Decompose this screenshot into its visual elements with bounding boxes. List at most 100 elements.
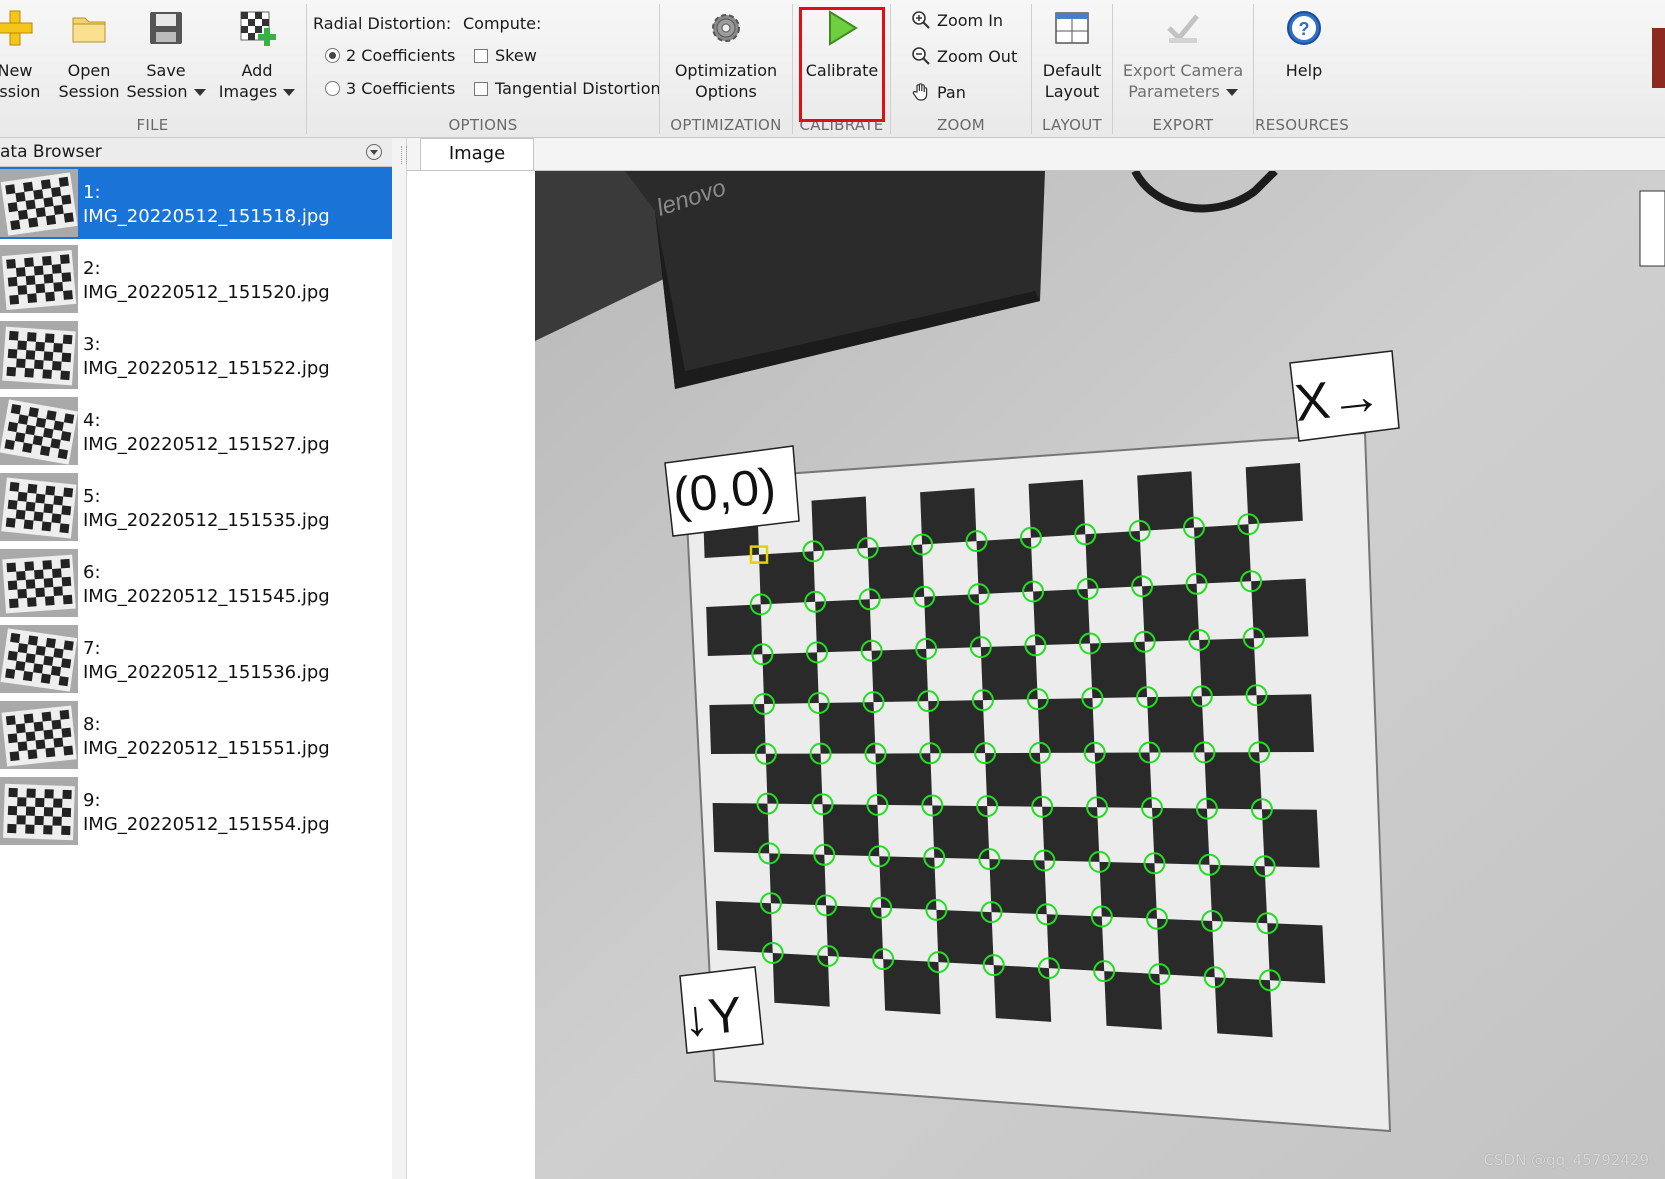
list-item-index: 6: [83, 562, 101, 583]
list-item-filename: IMG_20220512_151551.jpg [83, 738, 330, 759]
pan-hand-icon [912, 83, 928, 101]
list-item-label: 1: IMG_20220512_151518.jpg [83, 181, 330, 229]
checker-square [936, 909, 994, 966]
export-dropdown-icon[interactable] [1225, 89, 1238, 96]
radial-2-label: 2 Coefficients [346, 46, 456, 65]
calibration-photo-svg: lenovo (0,0) X→ ↓Y [535, 171, 1665, 1179]
data-browser-header: ata Browser [0, 138, 392, 167]
list-item[interactable]: 6: IMG_20220512_151545.jpg [0, 547, 392, 619]
radial-2-coefficients-radio[interactable]: 2 Coefficients [325, 46, 455, 65]
save-dropdown-icon[interactable] [193, 89, 206, 96]
list-item[interactable]: 7: IMG_20220512_151536.jpg [0, 623, 392, 695]
list-item[interactable]: 2: IMG_20220512_151520.jpg [0, 243, 392, 315]
checker-square [883, 959, 941, 1015]
checker-square [1157, 918, 1215, 978]
edge-card [1639, 190, 1665, 267]
new-session-label: New [0, 61, 33, 80]
add-images-label-2: Images [218, 82, 278, 101]
list-item-label: 4: IMG_20220512_151527.jpg [83, 409, 330, 457]
section-export: EXPORT [1152, 116, 1214, 134]
section-optimization: OPTIMIZATION [670, 116, 782, 134]
compute-label: Compute: [463, 14, 542, 33]
data-browser-panel: ata Browser 1: IMG_20220512_151518.jpg 2: I… [0, 138, 393, 1179]
list-item[interactable]: 5: IMG_20220512_151535.jpg [0, 471, 392, 543]
list-item[interactable]: 4: IMG_20220512_151527.jpg [0, 395, 392, 467]
splitter[interactable] [392, 138, 407, 1179]
list-item[interactable]: 3: IMG_20220512_151522.jpg [0, 319, 392, 391]
tab-image-label: Image [448, 143, 506, 164]
checker-square [826, 905, 884, 960]
zoom-in-icon [912, 11, 930, 29]
list-item-label: 7: IMG_20220512_151536.jpg [83, 637, 330, 685]
add-images-icon [240, 11, 276, 46]
calibration-image[interactable]: lenovo (0,0) X→ ↓Y CSDN @qq_45792429 [535, 171, 1665, 1179]
list-item-filename: IMG_20220512_151536.jpg [83, 662, 330, 683]
open-session-button[interactable]: Open Session [56, 0, 122, 110]
save-session-button[interactable]: Save Session [124, 0, 208, 110]
optimization-label-2: Options [695, 82, 757, 101]
zoom-out-button[interactable]: Zoom Out [911, 46, 1017, 66]
add-images-label: Add [241, 61, 273, 80]
panel-menu-icon[interactable] [366, 144, 382, 160]
optimization-label: Optimization [674, 61, 778, 80]
tangential-distortion-checkbox[interactable]: Tangential Distortion [474, 79, 661, 98]
default-layout-label: Default [1042, 61, 1102, 80]
list-item[interactable]: 1: IMG_20220512_151518.jpg [0, 167, 392, 239]
y-axis-label: ↓Y [681, 986, 744, 1047]
save-disk-icon [150, 12, 182, 44]
image-thumbnail [0, 397, 78, 465]
radio-selected-icon [325, 48, 340, 63]
image-thumbnail [0, 625, 78, 693]
export-camera-parameters-button[interactable]: Export Camera Parameters [1116, 0, 1250, 110]
list-item-filename: IMG_20220512_151520.jpg [83, 282, 330, 303]
list-item-index: 5: [83, 486, 101, 507]
list-item-filename: IMG_20220512_151522.jpg [83, 358, 330, 379]
save-session-label: Save [146, 61, 186, 80]
pan-button[interactable]: Pan [911, 82, 966, 102]
list-item-filename: IMG_20220512_151545.jpg [83, 586, 330, 607]
image-tab-bar [407, 138, 1665, 171]
skew-label: Skew [495, 46, 537, 65]
checker-square [772, 953, 830, 1007]
add-images-button[interactable]: Add Images [212, 0, 302, 110]
list-item-label: 5: IMG_20220512_151535.jpg [83, 485, 330, 533]
radial-3-coefficients-radio[interactable]: 3 Coefficients [325, 79, 455, 98]
edge-thumbnail [1652, 28, 1665, 88]
new-session-label-2: ession [0, 82, 41, 101]
list-item-index: 3: [83, 334, 101, 355]
image-thumbnail [0, 701, 78, 769]
list-item-index: 2: [83, 258, 101, 279]
add-images-dropdown-icon[interactable] [283, 89, 296, 96]
export-label-2: Parameters [1128, 82, 1220, 101]
zoom-out-icon [912, 47, 930, 65]
image-thumbnail [0, 245, 78, 313]
save-session-label-2: Session [126, 82, 188, 101]
open-session-label: Open [67, 61, 111, 80]
section-file: FILE [136, 116, 169, 134]
zoom-in-label: Zoom In [937, 11, 1004, 30]
list-item[interactable]: 9: IMG_20220512_151554.jpg [0, 775, 392, 847]
zoom-out-label: Zoom Out [937, 47, 1018, 66]
list-item[interactable]: 8: IMG_20220512_151551.jpg [0, 699, 392, 771]
list-item-filename: IMG_20220512_151518.jpg [83, 206, 330, 227]
optimization-options-button[interactable]: Optimization Options [664, 0, 788, 110]
default-layout-label-2: Layout [1044, 82, 1100, 101]
tab-image[interactable]: Image [420, 138, 534, 170]
zoom-in-button[interactable]: Zoom In [911, 10, 1003, 30]
checker-square [1104, 971, 1162, 1030]
list-item-label: 8: IMG_20220512_151551.jpg [83, 713, 330, 761]
section-layout: LAYOUT [1042, 116, 1102, 134]
list-item-index: 7: [83, 638, 101, 659]
checker-square [715, 901, 773, 953]
origin-label: (0,0) [670, 457, 778, 523]
default-layout-button[interactable]: Default Layout [1034, 0, 1110, 110]
help-button[interactable]: ? Help [1262, 0, 1346, 110]
list-item-index: 4: [83, 410, 101, 431]
new-plus-icon [0, 10, 33, 46]
checker-square [993, 965, 1052, 1022]
skew-checkbox[interactable]: Skew [474, 46, 537, 65]
new-session-button[interactable]: New ession [0, 0, 50, 110]
y-axis-label-card: ↓Y [679, 966, 764, 1054]
tangential-label: Tangential Distortion [495, 79, 661, 98]
list-item-filename: IMG_20220512_151554.jpg [83, 814, 330, 835]
